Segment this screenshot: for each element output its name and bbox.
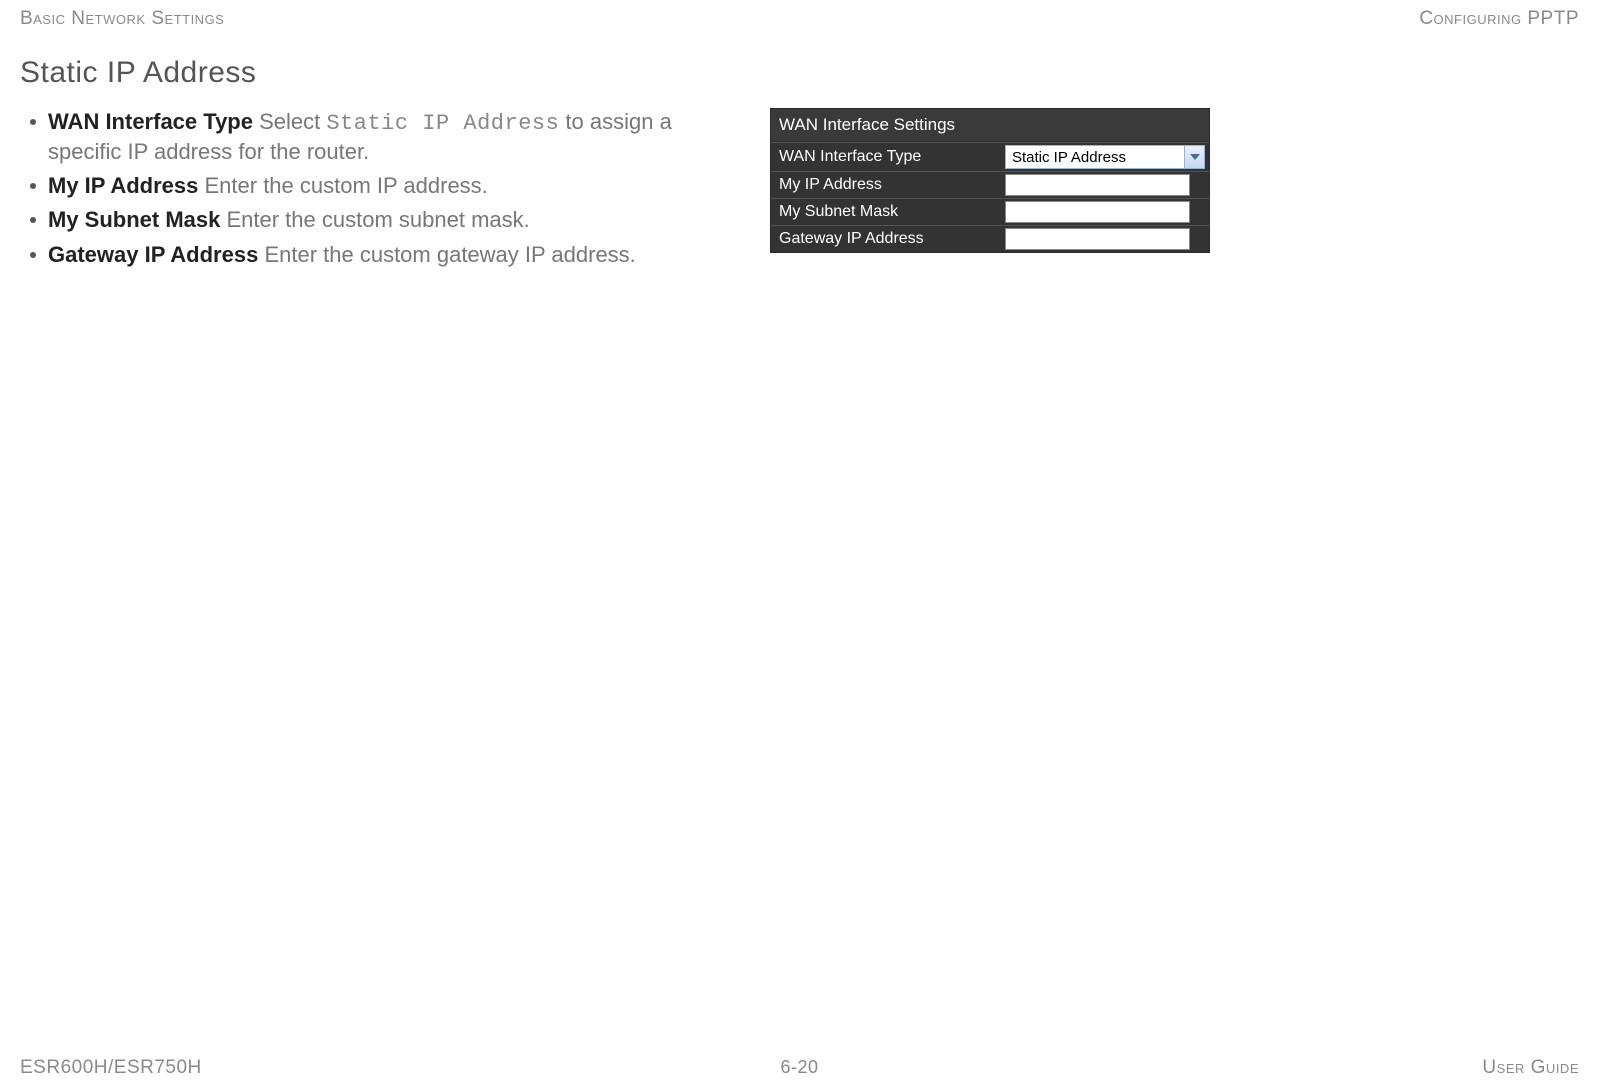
footer-left: ESR600H/ESR750H xyxy=(20,1057,202,1079)
label-my-subnet-mask: My Subnet Mask xyxy=(771,199,1001,225)
list-item: WAN Interface Type Select Static IP Addr… xyxy=(48,108,720,166)
page-number: 6-20 xyxy=(780,1057,818,1078)
desc-code: Static IP Address xyxy=(326,111,559,136)
desc-pre: Enter the custom IP address. xyxy=(198,173,487,198)
wan-settings-panel: WAN Interface Settings WAN Interface Typ… xyxy=(770,108,1210,253)
gateway-ip-address-input[interactable] xyxy=(1005,228,1190,250)
section-title: Static IP Address xyxy=(20,56,1579,90)
chevron-down-icon[interactable] xyxy=(1184,146,1204,168)
list-item: Gateway IP Address Enter the custom gate… xyxy=(48,241,720,269)
desc-pre: Select xyxy=(253,109,326,134)
footer-right: User Guide xyxy=(1482,1057,1579,1079)
label-gateway-ip-address: Gateway IP Address xyxy=(771,226,1001,252)
panel-title: WAN Interface Settings xyxy=(771,109,1209,142)
label-wan-interface-type: WAN Interface Type xyxy=(771,143,1001,171)
term: WAN Interface Type xyxy=(48,109,253,134)
term: My IP Address xyxy=(48,173,198,198)
row-gateway-ip-address: Gateway IP Address xyxy=(771,225,1209,252)
header-left: Basic Network Settings xyxy=(20,8,224,30)
my-subnet-mask-input[interactable] xyxy=(1005,201,1190,223)
list-item: My IP Address Enter the custom IP addres… xyxy=(48,172,720,200)
page-header: Basic Network Settings Configuring PPTP xyxy=(20,0,1579,52)
term: My Subnet Mask xyxy=(48,207,220,232)
page-footer: ESR600H/ESR750H 6-20 User Guide xyxy=(20,1057,1579,1079)
definition-list: WAN Interface Type Select Static IP Addr… xyxy=(20,108,720,275)
label-my-ip-address: My IP Address xyxy=(771,172,1001,198)
header-right: Configuring PPTP xyxy=(1419,8,1579,30)
select-value: Static IP Address xyxy=(1006,149,1184,166)
wan-interface-type-select[interactable]: Static IP Address xyxy=(1005,145,1205,169)
desc-pre: Enter the custom subnet mask. xyxy=(220,207,529,232)
row-my-ip-address: My IP Address xyxy=(771,171,1209,198)
list-item: My Subnet Mask Enter the custom subnet m… xyxy=(48,206,720,234)
row-wan-interface-type: WAN Interface Type Static IP Address xyxy=(771,142,1209,171)
desc-pre: Enter the custom gateway IP address. xyxy=(258,242,635,267)
row-my-subnet-mask: My Subnet Mask xyxy=(771,198,1209,225)
term: Gateway IP Address xyxy=(48,242,258,267)
my-ip-address-input[interactable] xyxy=(1005,174,1190,196)
